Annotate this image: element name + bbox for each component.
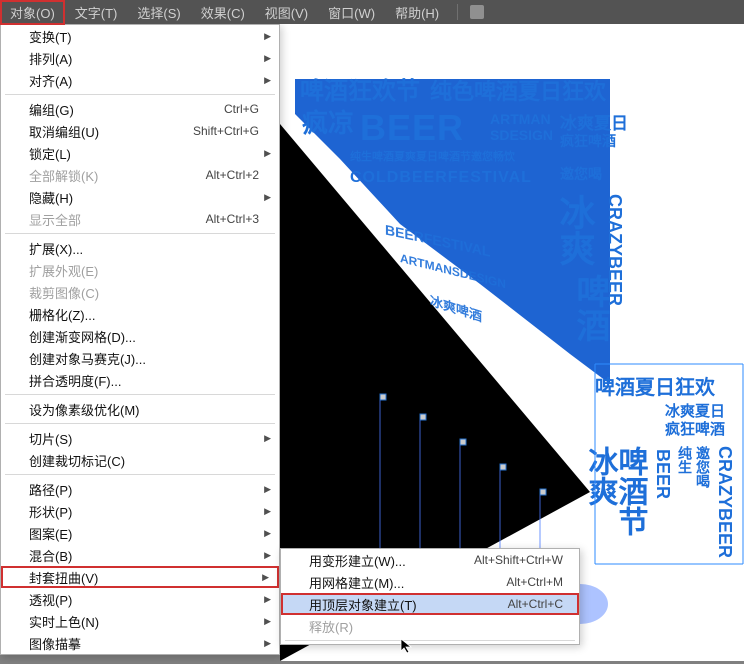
svg-text:啤酒夏日狂欢: 啤酒夏日狂欢 [595,375,716,399]
menu-view[interactable]: 视图(V) [255,0,318,25]
menu-arrange[interactable]: 排列(A) [1,47,279,69]
menu-group[interactable]: 编组(G)Ctrl+G [1,98,279,120]
menu-flatten-transparency[interactable]: 拼合透明度(F)... [1,369,279,391]
menu-pixel-perfect[interactable]: 设为像素级优化(M) [1,398,279,420]
menubar-icon[interactable] [470,5,484,19]
menubar-icons [470,5,484,19]
svg-text:疯狂啤酒: 疯狂啤酒 [665,420,725,438]
submenu-make-mesh[interactable]: 用网格建立(M)...Alt+Ctrl+M [281,571,579,593]
separator [285,640,575,641]
menu-crop-marks[interactable]: 创建裁切标记(C) [1,449,279,471]
menu-show-all: 显示全部Alt+Ctrl+3 [1,208,279,230]
svg-text:纯生啤酒夏爽夏日啤酒节邀您畅饮: 纯生啤酒夏爽夏日啤酒节邀您畅饮 [350,149,516,163]
svg-text:邀您喝: 邀您喝 [560,166,602,182]
separator [5,474,275,475]
menu-expand[interactable]: 扩展(X)... [1,237,279,259]
menu-ungroup[interactable]: 取消编组(U)Shift+Ctrl+G [1,120,279,142]
separator [5,233,275,234]
svg-text:啤酒节: 啤酒节 [614,446,649,536]
menu-shape[interactable]: 形状(P) [1,500,279,522]
svg-text:CRAZYBEER: CRAZYBEER [715,446,735,558]
menu-live-paint[interactable]: 实时上色(N) [1,610,279,632]
svg-text:冰爽夏日: 冰爽夏日 [560,113,628,133]
menu-rasterize[interactable]: 栅格化(Z)... [1,303,279,325]
svg-text:冰爽夏日: 冰爽夏日 [665,402,725,420]
menu-gradient-mesh[interactable]: 创建渐变网格(D)... [1,325,279,347]
separator [5,94,275,95]
menu-help[interactable]: 帮助(H) [385,0,449,25]
svg-text:疯狂啤酒: 疯狂啤酒 [560,133,616,149]
menu-window[interactable]: 窗口(W) [318,0,385,25]
menu-align[interactable]: 对齐(A) [1,69,279,91]
svg-text:冰爽: 冰爽 [555,194,596,266]
svg-text:BEER: BEER [360,107,464,148]
object-dropdown: 变换(T) 排列(A) 对齐(A) 编组(G)Ctrl+G 取消编组(U)Shi… [0,24,280,655]
svg-text:BEER: BEER [653,449,673,499]
submenu-make-top-object[interactable]: 用顶层对象建立(T)Alt+Ctrl+C [281,593,579,615]
submenu-release: 释放(R) [281,615,579,637]
menu-unlock-all: 全部解锁(K)Alt+Ctrl+2 [1,164,279,186]
menu-perspective[interactable]: 透视(P) [1,588,279,610]
envelope-submenu: 用变形建立(W)...Alt+Shift+Ctrl+W 用网格建立(M)...A… [280,548,580,645]
menu-blend[interactable]: 混合(B) [1,544,279,566]
svg-text:纯生: 纯生 [677,445,693,474]
menu-effect[interactable]: 效果(C) [191,0,255,25]
svg-text:ARTMAN: ARTMAN [490,111,551,127]
menu-expand-appearance: 扩展外观(E) [1,259,279,281]
menu-crop-image: 裁剪图像(C) [1,281,279,303]
menu-envelope-distort[interactable]: 封套扭曲(V) [1,566,279,588]
menu-transform[interactable]: 变换(T) [1,25,279,47]
svg-text:邀您喝: 邀您喝 [695,445,711,489]
menu-object[interactable]: 对象(O) [0,0,65,25]
menu-lock[interactable]: 锁定(L) [1,142,279,164]
menu-path[interactable]: 路径(P) [1,478,279,500]
menubar: 对象(O) 文字(T) 选择(S) 效果(C) 视图(V) 窗口(W) 帮助(H… [0,0,744,24]
menu-type[interactable]: 文字(T) [65,0,128,25]
menu-object-mosaic[interactable]: 创建对象马赛克(J)... [1,347,279,369]
svg-text:COLDBEERFESTIVAL: COLDBEERFESTIVAL [350,169,532,186]
svg-text:纯色啤酒夏日狂欢: 纯色啤酒夏日狂欢 [430,79,607,104]
menu-pattern[interactable]: 图案(E) [1,522,279,544]
menu-image-trace[interactable]: 图像描摹 [1,632,279,654]
svg-text:CRAZYBEER: CRAZYBEER [605,194,625,306]
svg-text:啤酒狂欢节: 啤酒狂欢节 [300,78,420,105]
svg-text:SDESIGN: SDESIGN [490,127,553,143]
menu-hide[interactable]: 隐藏(H) [1,186,279,208]
separator [5,423,275,424]
menu-select[interactable]: 选择(S) [127,0,190,25]
separator [5,394,275,395]
cursor-pointer-icon [400,638,416,657]
menu-slice[interactable]: 切片(S) [1,427,279,449]
submenu-make-warp[interactable]: 用变形建立(W)...Alt+Shift+Ctrl+W [281,549,579,571]
menubar-divider [457,4,458,20]
svg-text:疯凉: 疯凉 [302,108,354,138]
